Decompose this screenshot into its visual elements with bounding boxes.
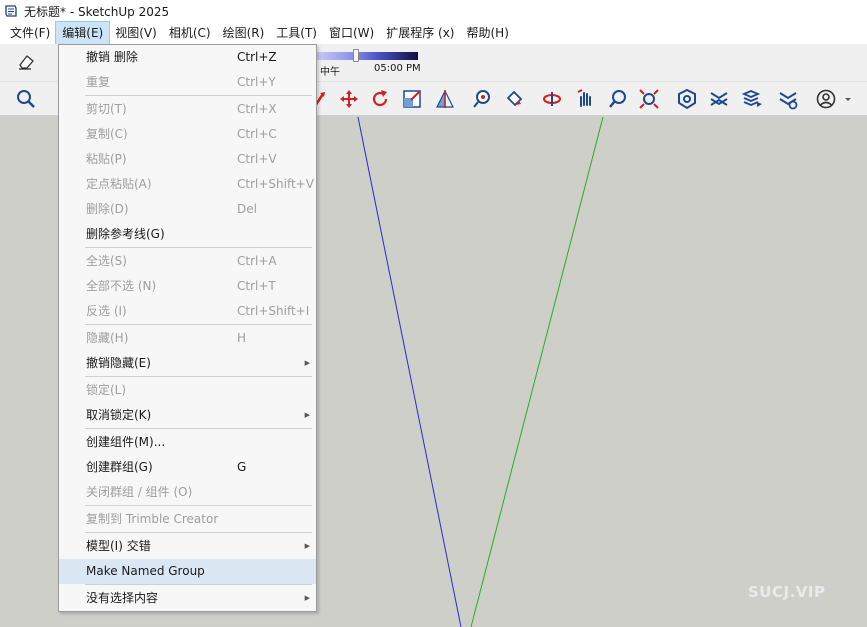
- menu-item-label: 隐藏(H): [86, 331, 129, 345]
- sketchup-app-icon: [5, 5, 17, 17]
- shadow-time-label: 05:00 PM: [374, 63, 421, 74]
- watermark: SUCJ.VIP: [748, 583, 826, 601]
- menu-item-label: Make Named Group: [86, 564, 205, 578]
- menu-camera[interactable]: 相机(C): [163, 22, 217, 44]
- menu-edit[interactable]: 编辑(E): [55, 21, 111, 45]
- paint-bucket-icon[interactable]: [502, 87, 526, 111]
- menu-make-component[interactable]: 创建组件(M)...: [59, 430, 316, 455]
- menu-item-label: 复制(C): [86, 127, 128, 141]
- menu-item-label: 关闭群组 / 组件 (O): [86, 485, 193, 499]
- menu-hide[interactable]: 隐藏(H) H: [59, 326, 316, 351]
- eraser-icon[interactable]: [14, 50, 38, 74]
- zoom-icon[interactable]: [14, 87, 38, 111]
- extension-manager-icon[interactable]: [776, 87, 800, 111]
- menu-item-shortcut: Ctrl+Shift+V: [237, 177, 314, 191]
- menu-unhide[interactable]: 撤销隐藏(E) ▶: [59, 351, 316, 376]
- submenu-arrow-icon: ▶: [304, 359, 310, 367]
- submenu-arrow-icon: ▶: [304, 542, 310, 550]
- zoom-extents-icon[interactable]: [637, 87, 661, 111]
- menu-view[interactable]: 视图(V): [109, 22, 163, 44]
- menu-extensions[interactable]: 扩展程序 (x): [380, 22, 460, 44]
- menu-window[interactable]: 窗口(W): [323, 22, 380, 44]
- flip-icon[interactable]: [433, 87, 457, 111]
- menu-item-label: 删除参考线(G): [86, 227, 165, 241]
- menu-item-label: 撤销隐藏(E): [86, 356, 151, 370]
- menu-cut[interactable]: 剪切(T) Ctrl+X: [59, 97, 316, 122]
- menu-item-label: 重复: [86, 75, 111, 89]
- menu-item-label: 全选(S): [86, 254, 127, 268]
- extension-warehouse-icon[interactable]: [707, 87, 731, 111]
- scale-icon[interactable]: [400, 87, 424, 111]
- account-icon[interactable]: [814, 87, 838, 111]
- menu-copy[interactable]: 复制(C) Ctrl+C: [59, 122, 316, 147]
- menu-paste-in-place[interactable]: 定点粘贴(A) Ctrl+Shift+V: [59, 172, 316, 197]
- green-axis-line: [470, 117, 604, 627]
- menu-make-named-group[interactable]: Make Named Group: [59, 559, 316, 584]
- menu-delete-guides[interactable]: 删除参考线(G): [59, 222, 316, 247]
- zoom-tool-icon[interactable]: [606, 87, 630, 111]
- menu-bar: 文件(F) 编辑(E) 视图(V) 相机(C) 绘图(R) 工具(T) 窗口(W…: [0, 21, 867, 45]
- blue-axis-line: [357, 117, 462, 627]
- menu-item-label: 删除(D): [86, 202, 129, 216]
- move-icon[interactable]: [337, 87, 361, 111]
- menu-item-shortcut: G: [237, 460, 247, 474]
- menu-item-shortcut: Ctrl+Z: [237, 50, 277, 64]
- menu-item-shortcut: Ctrl+C: [237, 127, 277, 141]
- menu-redo[interactable]: 重复 Ctrl+Y: [59, 70, 316, 95]
- menu-draw[interactable]: 绘图(R): [217, 22, 271, 44]
- menu-item-label: 剪切(T): [86, 102, 127, 116]
- rotate-icon[interactable]: [368, 87, 392, 111]
- submenu-arrow-icon: ▶: [304, 594, 310, 602]
- menu-item-shortcut: Ctrl+A: [237, 254, 277, 268]
- menu-make-group[interactable]: 创建群组(G) G: [59, 455, 316, 480]
- menu-undo-delete[interactable]: 撤销 删除 Ctrl+Z: [59, 45, 316, 70]
- menu-intersect-faces[interactable]: 模型(I) 交错 ▶: [59, 534, 316, 559]
- menu-delete[interactable]: 删除(D) Del: [59, 197, 316, 222]
- pan-hand-icon[interactable]: [573, 87, 597, 111]
- orbit-icon[interactable]: [540, 87, 564, 111]
- shadow-time-slider[interactable]: [316, 52, 418, 60]
- menu-select-none[interactable]: 全部不选 (N) Ctrl+T: [59, 274, 316, 299]
- chevron-down-icon[interactable]: [842, 87, 854, 111]
- menu-item-label: 复制到 Trimble Creator: [86, 512, 219, 526]
- menu-item-label: 反选 (I): [86, 304, 127, 318]
- menu-copy-to-trimble-creator[interactable]: 复制到 Trimble Creator: [59, 507, 316, 532]
- submenu-arrow-icon: ▶: [304, 411, 310, 419]
- menu-item-label: 创建群组(G): [86, 460, 153, 474]
- menu-item-label: 定点粘贴(A): [86, 177, 152, 191]
- menu-close-group[interactable]: 关闭群组 / 组件 (O): [59, 480, 316, 505]
- menu-item-label: 没有选择内容: [86, 591, 159, 605]
- menu-item-shortcut: Ctrl+T: [237, 279, 276, 293]
- menu-item-label: 取消锁定(K): [86, 408, 152, 422]
- menu-paste[interactable]: 粘贴(P) Ctrl+V: [59, 147, 316, 172]
- shadow-slider-thumb[interactable]: [353, 49, 359, 62]
- window-title: 无标题* - SketchUp 2025: [24, 4, 170, 19]
- menu-select-all[interactable]: 全选(S) Ctrl+A: [59, 249, 316, 274]
- menu-unlock[interactable]: 取消锁定(K) ▶: [59, 403, 316, 428]
- menu-item-label: 粘贴(P): [86, 152, 127, 166]
- menu-item-label: 锁定(L): [86, 383, 127, 397]
- warehouse-icon[interactable]: [675, 87, 699, 111]
- edit-menu-dropdown: 撤销 删除 Ctrl+Z 重复 Ctrl+Y 剪切(T) Ctrl+X 复制(C) Ct…: [58, 44, 317, 612]
- menu-item-label: 模型(I) 交错: [86, 539, 151, 553]
- menu-file[interactable]: 文件(F): [4, 22, 56, 44]
- shadow-noon-label: 中午: [320, 67, 340, 78]
- menu-item-label: 撤销 删除: [86, 50, 138, 64]
- menu-item-shortcut: Del: [237, 202, 257, 216]
- menu-item-shortcut: Ctrl+Y: [237, 75, 276, 89]
- menu-item-shortcut: H: [237, 331, 247, 345]
- menu-item-label: 全部不选 (N): [86, 279, 157, 293]
- menu-tools[interactable]: 工具(T): [270, 22, 323, 44]
- menu-item-shortcut: Ctrl+X: [237, 102, 277, 116]
- title-bar: 无标题* - SketchUp 2025: [0, 0, 867, 22]
- tape-measure-icon[interactable]: [470, 87, 494, 111]
- layout-send-icon[interactable]: [740, 87, 764, 111]
- menu-invert-selection[interactable]: 反选 (I) Ctrl+Shift+I: [59, 299, 316, 324]
- menu-lock[interactable]: 锁定(L): [59, 378, 316, 403]
- menu-item-shortcut: Ctrl+Shift+I: [237, 304, 310, 318]
- menu-item-label: 创建组件(M)...: [86, 435, 166, 449]
- menu-no-selection[interactable]: 没有选择内容 ▶: [59, 586, 316, 611]
- menu-help[interactable]: 帮助(H): [460, 22, 514, 44]
- menu-item-shortcut: Ctrl+V: [237, 152, 277, 166]
